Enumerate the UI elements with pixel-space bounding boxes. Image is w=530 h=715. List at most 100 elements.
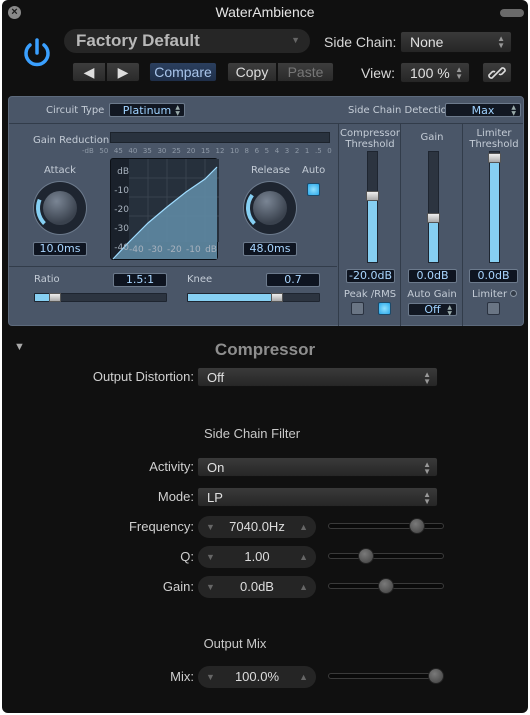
scale-tick-label: 8 [244, 147, 249, 155]
graph-y-tick: -20 [114, 205, 129, 215]
graph-y-tick: -10 [114, 186, 129, 196]
side-chain-select[interactable]: None ▲ ▼ [400, 31, 512, 53]
rms-button[interactable] [378, 302, 391, 315]
close-icon[interactable]: × [8, 6, 21, 19]
q-slider[interactable] [328, 553, 444, 559]
graph-x-tick: dB [205, 245, 217, 255]
scale-tick-label: 20 [186, 147, 196, 155]
plugin-window: WaterAmbience × Factory Default ▼ Side C… [2, 0, 528, 713]
auto-release-button[interactable] [307, 183, 320, 196]
frequency-stepper[interactable]: ▼ 7040.0Hz ▲ [198, 516, 316, 538]
knee-value[interactable]: 0.7 [266, 273, 320, 287]
limiter-threshold-handle[interactable] [488, 153, 501, 163]
compressor-threshold-label: Compressor Threshold [340, 128, 400, 150]
activity-select[interactable]: On ▲ ▼ [197, 457, 438, 477]
power-icon[interactable] [20, 36, 54, 70]
scale-tick-label: 25 [171, 147, 181, 155]
window-toolbar-toggle[interactable] [500, 9, 524, 17]
ratio-label: Ratio [34, 274, 60, 285]
increment-icon[interactable]: ▲ [299, 516, 308, 538]
scale-tick-label: 12 [215, 147, 225, 155]
graph-x-tick: -10 [186, 245, 201, 255]
graph-x-labels: -40 -30 -20 -10 dB [129, 245, 217, 255]
side-chain-detection-select[interactable]: Max ▲ ▼ [445, 103, 521, 117]
q-stepper[interactable]: ▼ 1.00 ▲ [198, 546, 316, 568]
gain-value[interactable]: 0.0dB [408, 269, 457, 283]
scale-tick-label: .5 [314, 147, 322, 155]
next-preset-button[interactable]: ▶ [106, 62, 140, 82]
compressor-threshold-value[interactable]: -20.0dB [346, 269, 395, 283]
peak-button[interactable] [351, 302, 364, 315]
circuit-type-select[interactable]: Platinum ▲ ▼ [109, 103, 185, 117]
graph-x-tick: -20 [167, 245, 182, 255]
scale-tick-label: 15 [200, 147, 210, 155]
ratio-slider-handle[interactable] [49, 293, 61, 302]
scale-tick-label: 1 [304, 147, 310, 155]
filter-gain-slider-thumb[interactable] [378, 578, 394, 594]
decrement-icon[interactable]: ▼ [206, 516, 215, 538]
gain-reduction-scale: -dB 50 45 40 35 30 25 20 15 12 10 8 6 5 4 3 2 1 .5 0 [82, 147, 332, 155]
chevron-down-icon: ▼ [291, 35, 300, 45]
compressor-threshold-fader[interactable] [366, 151, 379, 263]
gain-reduction-label: Gain Reduction [33, 135, 110, 146]
scale-tick-label: 35 [142, 147, 152, 155]
limiter-label: Limiter [472, 289, 508, 300]
release-value[interactable]: 48.0ms [243, 242, 297, 256]
previous-preset-button[interactable]: ◀ [72, 62, 106, 82]
ratio-slider[interactable] [34, 293, 167, 302]
paste-button[interactable]: Paste [277, 62, 334, 82]
increment-icon[interactable]: ▲ [299, 576, 308, 598]
scale-tick-label: -dB [82, 147, 94, 155]
knee-slider-handle[interactable] [271, 293, 283, 302]
release-label: Release [251, 165, 291, 176]
output-distortion-select[interactable]: Off ▲ ▼ [197, 367, 438, 387]
view-label: View: [361, 65, 395, 81]
mix-slider[interactable] [328, 673, 444, 679]
copy-button[interactable]: Copy [227, 62, 277, 82]
increment-icon[interactable]: ▲ [299, 546, 308, 568]
compressor-threshold-handle[interactable] [366, 191, 379, 201]
auto-gain-select[interactable]: Off ▲ ▼ [408, 303, 457, 317]
side-chain-detection-label: Side Chain Detection [348, 105, 454, 116]
link-button[interactable] [482, 62, 512, 83]
filter-gain-stepper[interactable]: ▼ 0.0dB ▲ [198, 576, 316, 598]
attack-value[interactable]: 10.0ms [33, 242, 87, 256]
q-slider-thumb[interactable] [358, 548, 374, 564]
decrement-icon[interactable]: ▼ [206, 666, 215, 688]
frequency-slider-thumb[interactable] [409, 518, 425, 534]
gain-fader-handle[interactable] [427, 213, 440, 223]
frequency-label: Frequency: [128, 519, 194, 534]
ratio-value[interactable]: 1.5:1 [113, 273, 167, 287]
gain-reduction-meter [110, 132, 330, 143]
transfer-curve-graph: dB -10 -20 -30 -40 -40 -30 -20 -10 dB [110, 158, 219, 260]
peak-rms-label: Peak /RMS [343, 289, 397, 300]
mix-slider-thumb[interactable] [428, 668, 444, 684]
limiter-threshold-value[interactable]: 0.0dB [469, 269, 518, 283]
decrement-icon[interactable]: ▼ [206, 546, 215, 568]
compare-button[interactable]: Compare [149, 62, 217, 82]
preset-menu[interactable]: Factory Default ▼ [64, 29, 310, 53]
release-knob[interactable] [244, 182, 296, 234]
scale-tick-label: 3 [284, 147, 290, 155]
q-label: Q: [180, 549, 194, 564]
limiter-indicator-icon [510, 290, 517, 297]
knee-label: Knee [187, 274, 213, 285]
limiter-button[interactable] [487, 302, 500, 315]
scale-tick-label: 10 [230, 147, 239, 155]
gain-fader[interactable] [427, 151, 440, 263]
preset-name: Factory Default [76, 31, 200, 50]
updown-icon: ▲ ▼ [497, 34, 505, 50]
scale-tick-label: 5 [264, 147, 270, 155]
limiter-threshold-fader[interactable] [488, 151, 501, 263]
output-distortion-label: Output Distortion: [92, 369, 194, 384]
knee-slider[interactable] [187, 293, 320, 302]
decrement-icon[interactable]: ▼ [206, 576, 215, 598]
mode-select[interactable]: LP ▲ ▼ [197, 487, 438, 507]
frequency-slider[interactable] [328, 523, 444, 529]
scale-tick-label: 4 [274, 147, 280, 155]
view-zoom-select[interactable]: 100 % ▲ ▼ [400, 62, 470, 83]
increment-icon[interactable]: ▲ [299, 666, 308, 688]
updown-icon: ▲ ▼ [455, 65, 463, 81]
mix-stepper[interactable]: ▼ 100.0% ▲ [198, 666, 316, 688]
attack-knob[interactable] [34, 182, 86, 234]
